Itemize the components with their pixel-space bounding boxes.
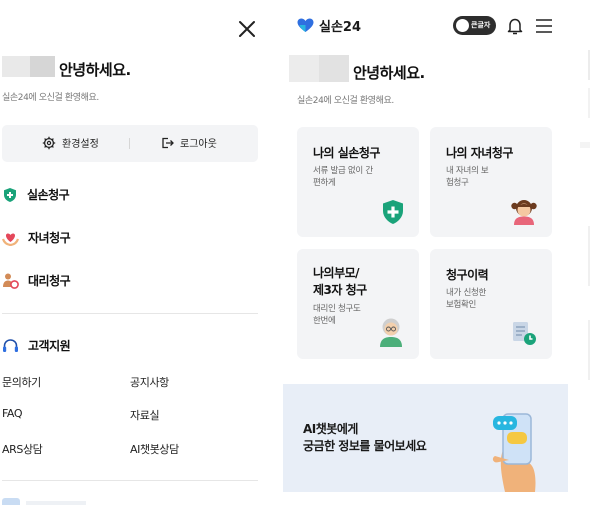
partial-icon: [2, 498, 20, 505]
grandparent-icon: [380, 318, 402, 347]
card-desc: 대리인 청구도 한번에: [313, 304, 361, 326]
account-action-bar: 환경설정 로그아웃: [2, 125, 258, 162]
headset-icon: [3, 338, 18, 352]
section-divider: [2, 480, 258, 481]
divider: [129, 138, 130, 149]
settings-label: 환경설정: [62, 139, 99, 150]
link-ai-chatbot[interactable]: AI챗봇상담: [130, 441, 179, 457]
link-inquiry[interactable]: 문의하기: [2, 374, 41, 390]
support-title: 고객지원: [28, 339, 71, 353]
brand-logo[interactable]: 실손24: [297, 16, 361, 35]
logout-icon: [162, 137, 174, 148]
cross-shield-icon: [4, 187, 16, 202]
next-screen-edge: [580, 50, 590, 380]
menu-item-claim[interactable]: 실손청구: [2, 186, 70, 203]
document-clock-icon: [513, 322, 536, 345]
card-child-claim[interactable]: 나의 자녀청구 내 자녀의 보험청구: [430, 127, 552, 237]
menu-item-label: 자녀청구: [28, 231, 71, 245]
large-text-toggle[interactable]: 큰글자: [453, 16, 496, 35]
card-desc: 내가 신청한 보험확인: [446, 288, 487, 310]
avatar-blur: [319, 55, 349, 82]
avatar-blur: [2, 56, 30, 77]
bell-icon[interactable]: [505, 16, 525, 36]
banner-line-1: AI챗봇에게: [303, 422, 358, 436]
link-faq[interactable]: FAQ: [2, 407, 23, 420]
toggle-label: 큰글자: [471, 21, 491, 29]
card-proxy-claim[interactable]: 나의부모/ 제3자 청구 대리인 청구도 한번에: [297, 249, 419, 359]
phone-chat-illustration: [492, 413, 536, 492]
logout-label: 로그아웃: [180, 139, 217, 150]
ai-chatbot-banner[interactable]: AI챗봇에게 궁금한 정보를 물어보세요: [283, 384, 568, 492]
close-icon[interactable]: [236, 18, 258, 40]
banner-line-2: 궁금한 정보를 물어보세요: [303, 439, 427, 453]
card-title: 청구이력: [446, 268, 489, 282]
greeting-text: 안녕하세요.: [59, 61, 131, 79]
logout-button[interactable]: 로그아웃: [160, 135, 217, 150]
welcome-text: 실손24에 오신걸 환영해요.: [297, 96, 394, 106]
menu-item-child-claim[interactable]: 자녀청구: [2, 229, 71, 246]
card-title: 나의부모/ 제3자 청구: [313, 266, 367, 297]
card-desc: 내 자녀의 보험청구: [446, 166, 489, 188]
person-badge-icon: [3, 273, 19, 289]
card-desc: 서류 발급 없이 간편하게: [313, 166, 373, 188]
child-icon: [511, 200, 537, 225]
settings-button[interactable]: 환경설정: [42, 135, 99, 150]
gear-icon: [42, 136, 56, 149]
card-my-claim[interactable]: 나의 실손청구 서류 발급 없이 간편하게: [297, 127, 419, 237]
card-title: 나의 실손청구: [313, 146, 380, 160]
partial-text: [26, 501, 86, 505]
banner-title: AI챗봇에게 궁금한 정보를 물어보세요: [303, 421, 427, 455]
menu-item-label: 대리청구: [28, 274, 71, 288]
link-ars[interactable]: ARS상담: [2, 441, 43, 457]
menu-icon[interactable]: [535, 18, 553, 34]
link-archive[interactable]: 자료실: [130, 407, 160, 423]
greeting-text: 안녕하세요.: [353, 64, 425, 82]
link-notice[interactable]: 공지사항: [130, 374, 169, 390]
cross-shield-icon: [383, 200, 403, 224]
menu-item-proxy-claim[interactable]: 대리청구: [2, 272, 71, 289]
toggle-knob: [456, 19, 469, 32]
avatar-blur: [30, 56, 55, 77]
menu-item-label: 실손청구: [27, 188, 70, 202]
section-divider: [2, 313, 258, 314]
welcome-text: 실손24에 오신걸 환영해요.: [2, 93, 99, 103]
card-title: 나의 자녀청구: [446, 146, 513, 160]
support-heading: 고객지원: [2, 337, 71, 354]
heart-logo-icon: [297, 18, 314, 32]
heart-hands-icon: [2, 233, 19, 246]
card-claim-history[interactable]: 청구이력 내가 신청한 보험확인: [430, 249, 552, 359]
avatar-blur: [289, 55, 319, 82]
brand-name: 실손24: [319, 20, 362, 35]
